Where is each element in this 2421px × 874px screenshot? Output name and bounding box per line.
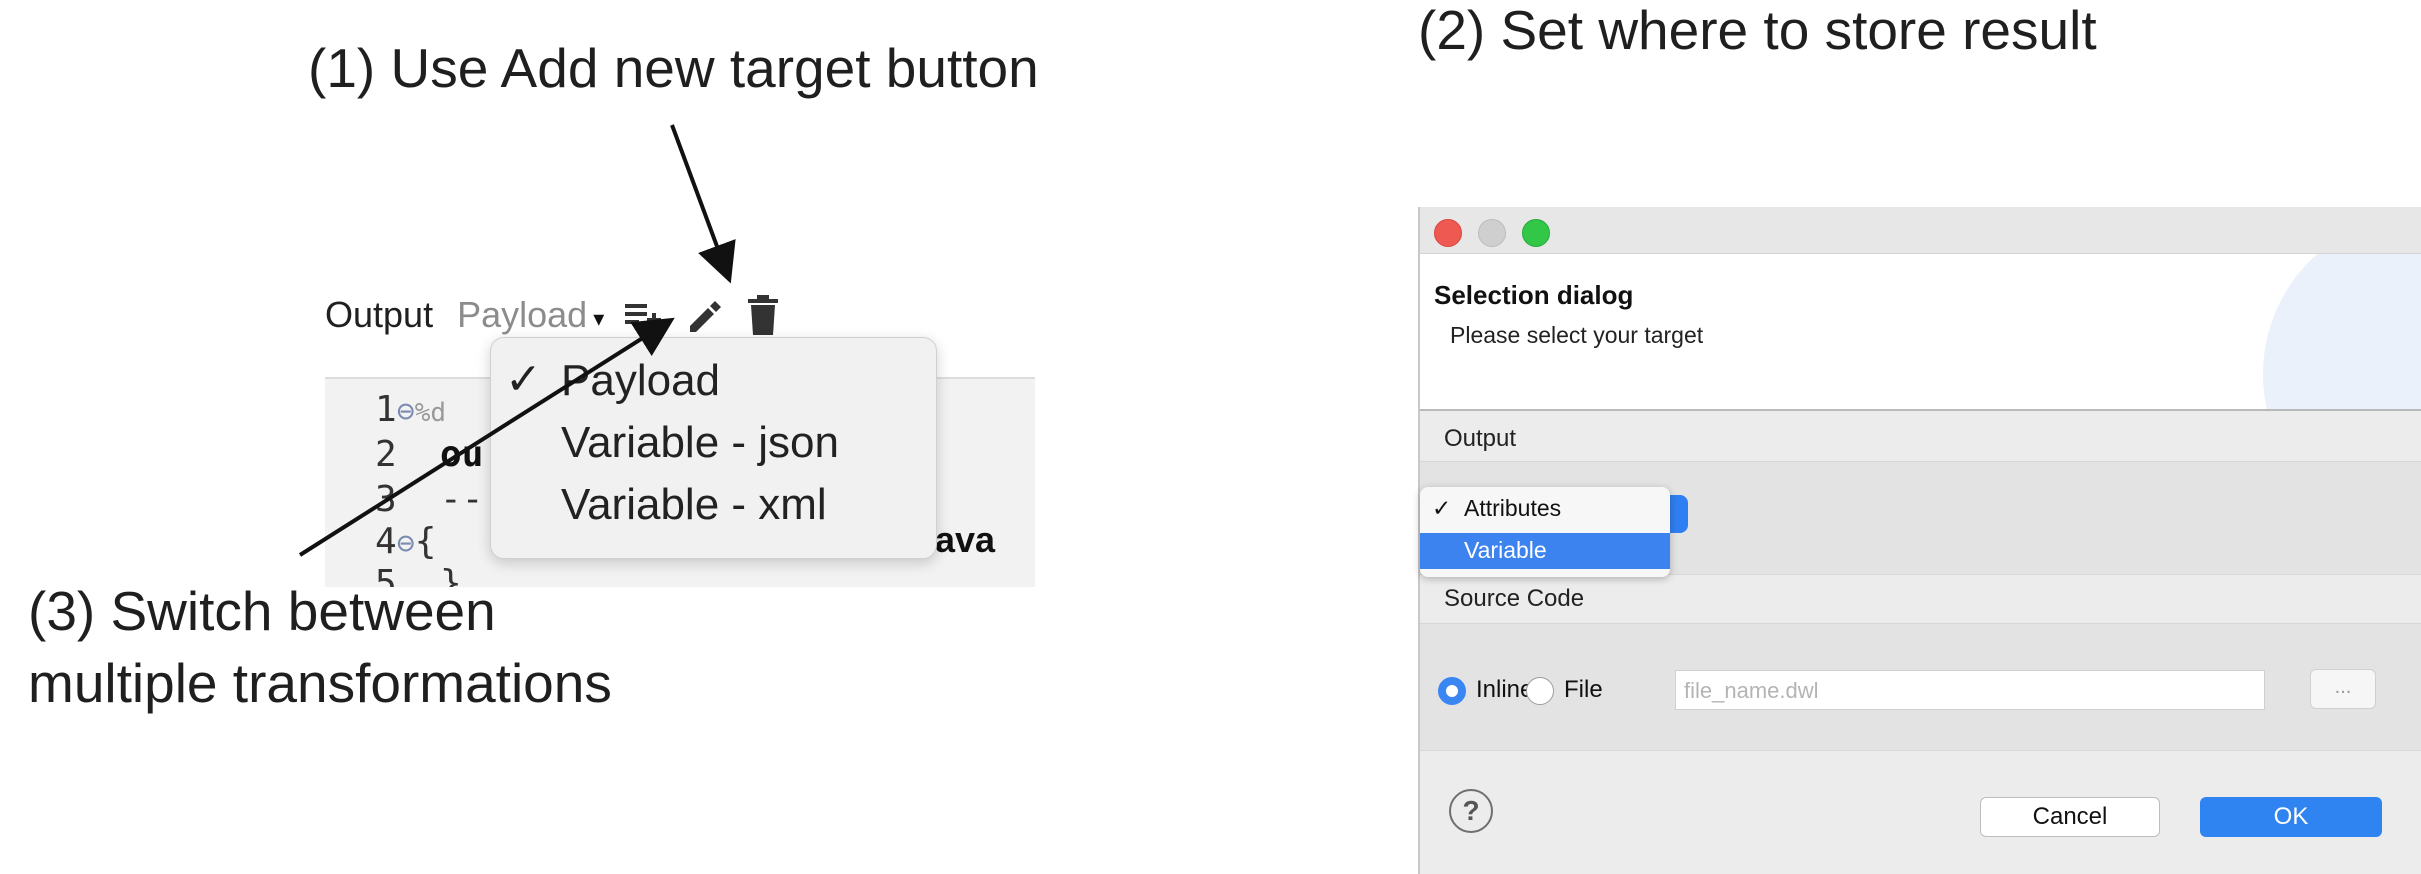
output-option-variable-label: Variable bbox=[1464, 537, 1547, 563]
window-titlebar bbox=[1420, 207, 2421, 254]
dialog-subtitle: Please select your target bbox=[1450, 322, 1704, 348]
radio-inline-label: Inline bbox=[1476, 676, 1534, 703]
dialog-header: Selection dialog Please select your targ… bbox=[1420, 254, 2421, 411]
output-option-variable[interactable]: Variable bbox=[1420, 533, 1670, 569]
source-section-label: Source Code bbox=[1444, 585, 1585, 612]
minimize-window-button[interactable] bbox=[1478, 219, 1506, 247]
selection-dialog: Selection dialog Please select your targ… bbox=[1418, 207, 2421, 874]
arrow-to-target-selector bbox=[298, 317, 675, 557]
output-dropdown-menu: ✓ Attributes Variable bbox=[1420, 487, 1670, 577]
radio-inline[interactable] bbox=[1438, 677, 1466, 705]
close-window-button[interactable] bbox=[1434, 219, 1462, 247]
header-decoration bbox=[2263, 254, 2421, 409]
output-option-attributes[interactable]: Attributes bbox=[1464, 495, 1561, 522]
arrow-to-add-target bbox=[670, 124, 736, 284]
radio-file[interactable] bbox=[1526, 677, 1554, 705]
output-section-label: Output bbox=[1444, 425, 1517, 452]
browse-button[interactable]: ... bbox=[2310, 669, 2376, 709]
file-name-placeholder: file_name.dwl bbox=[1684, 678, 1819, 703]
file-name-input[interactable]: file_name.dwl bbox=[1675, 670, 2265, 710]
help-icon[interactable]: ? bbox=[1449, 789, 1493, 833]
zoom-window-button[interactable] bbox=[1522, 219, 1550, 247]
radio-file-label: File bbox=[1564, 676, 1603, 703]
ok-button[interactable]: OK bbox=[2200, 797, 2382, 837]
dialog-title: Selection dialog bbox=[1434, 280, 1634, 310]
output-select-stub[interactable] bbox=[1668, 495, 1688, 533]
checkmark-icon: ✓ bbox=[1432, 495, 1452, 521]
cancel-button[interactable]: Cancel bbox=[1980, 797, 2160, 837]
